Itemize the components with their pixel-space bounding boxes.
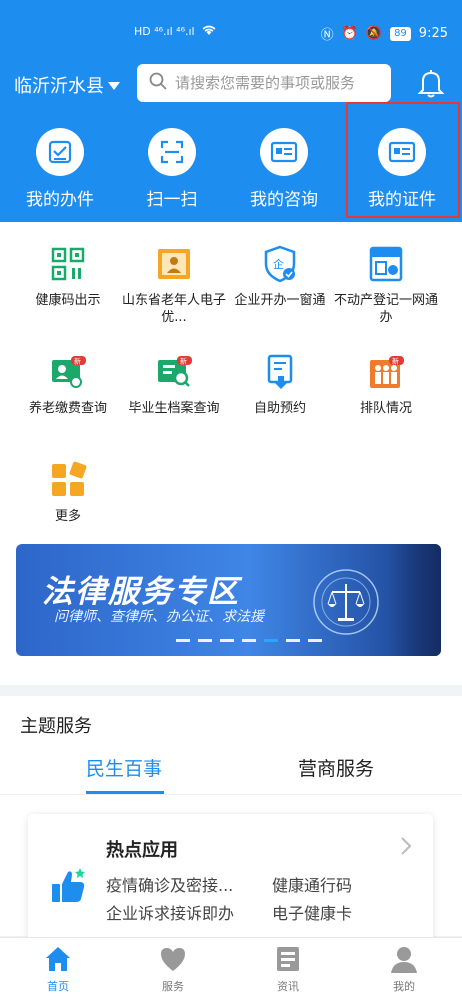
- clock: 9:25: [418, 26, 448, 41]
- mute-icon: 🔕: [365, 26, 383, 41]
- tab-livelihood[interactable]: 民生百事: [86, 754, 162, 781]
- nav-label: 我的: [393, 980, 415, 993]
- carousel-dot: [176, 639, 190, 642]
- pension-icon: 新: [48, 352, 88, 392]
- thumbs-up-icon: [50, 866, 88, 906]
- search-icon: [149, 72, 167, 94]
- service-more[interactable]: 更多: [16, 460, 120, 525]
- status-bar: HD ⁴⁶.ıl ⁴⁶.ıl Ⓝ ⏰ 🔕 89 9:25: [0, 22, 462, 44]
- quick-my-consult[interactable]: 我的咨询: [228, 128, 340, 210]
- property-icon: [366, 244, 406, 284]
- queue-icon: 新: [366, 352, 406, 392]
- nav-label: 资讯: [277, 980, 299, 993]
- nav-label: 服务: [162, 980, 184, 993]
- service-label: 企业开办一窗通: [234, 293, 326, 308]
- signal-icons: HD ⁴⁶.ıl ⁴⁶.ıl: [134, 25, 195, 38]
- search-box[interactable]: [137, 64, 391, 102]
- document-check-icon: [36, 128, 84, 176]
- highlight-box: [346, 102, 460, 218]
- search-input[interactable]: [175, 74, 385, 92]
- hot-app-link[interactable]: 企业诉求接诉即办: [106, 900, 234, 924]
- divider: [0, 794, 462, 795]
- carousel-dot: [286, 639, 300, 642]
- justice-scale-icon: [313, 569, 379, 635]
- section-title: 主题服务: [20, 716, 92, 737]
- hot-app-link[interactable]: 疫情确诊及密接...: [106, 872, 233, 896]
- heart-icon: [158, 944, 188, 974]
- service-label: 不动产登记一网通办: [334, 293, 439, 325]
- svg-text:企: 企: [273, 257, 284, 271]
- svg-text:新: 新: [74, 357, 81, 366]
- hot-app-link[interactable]: 健康通行码: [272, 872, 352, 896]
- service-enterprise-window[interactable]: 企 企业开办一窗通: [228, 244, 332, 309]
- nav-news[interactable]: 资讯: [248, 944, 328, 994]
- bottom-navigation: 首页 服务 资讯 我的: [0, 937, 462, 1000]
- service-senior-card[interactable]: 山东省老年人电子优...: [122, 244, 226, 326]
- carousel-dot: [220, 639, 234, 642]
- banner-figure: [388, 544, 441, 656]
- location-selector[interactable]: 临沂沂水县: [14, 72, 120, 98]
- graduate-archive-icon: 新: [154, 352, 194, 392]
- service-pension[interactable]: 新 养老缴费查询: [16, 352, 120, 417]
- service-label: 养老缴费查询: [28, 401, 107, 416]
- qr-code-icon: [48, 244, 88, 284]
- wifi-icon: [201, 24, 217, 39]
- more-grid-icon: [48, 460, 88, 500]
- quick-label: 我的咨询: [250, 190, 318, 210]
- card-title: 热点应用: [106, 840, 178, 861]
- carousel-dot: [242, 639, 256, 642]
- svg-text:新: 新: [392, 357, 399, 366]
- nav-label: 首页: [47, 980, 69, 993]
- status-right: Ⓝ ⏰ 🔕 89 9:25: [321, 24, 448, 43]
- tab-business[interactable]: 营商服务: [298, 754, 374, 781]
- service-graduate-archive[interactable]: 新 毕业生档案查询: [122, 352, 226, 417]
- header: HD ⁴⁶.ıl ⁴⁶.ıl Ⓝ ⏰ 🔕 89 9:25 临沂沂水县 请搜索您需…: [0, 0, 462, 222]
- service-label: 排队情况: [359, 401, 412, 416]
- nfc-icon: Ⓝ: [320, 28, 334, 43]
- nav-services[interactable]: 服务: [133, 944, 213, 994]
- quick-label: 我的办件: [26, 190, 94, 210]
- service-label: 更多: [54, 509, 81, 524]
- theme-services-section: 主题服务 民生百事 营商服务 热点应用 疫情确诊及密接... 健康通行码 企业诉…: [0, 696, 462, 946]
- hot-app-link[interactable]: 电子健康卡: [272, 900, 352, 924]
- home-icon: [43, 944, 73, 974]
- news-icon: [273, 944, 303, 974]
- carousel-dot: [198, 639, 212, 642]
- carousel-dot: [308, 639, 322, 642]
- carousel-dots: [176, 639, 322, 642]
- chevron-right-icon[interactable]: [400, 836, 412, 856]
- service-self-appointment[interactable]: 自助预约: [228, 352, 332, 417]
- enterprise-shield-icon: 企: [260, 244, 300, 284]
- service-health-code[interactable]: 健康码出示: [16, 244, 120, 309]
- banner-subtitle: 问律师、查律所、办公证、求法援: [54, 609, 264, 625]
- alarm-icon: ⏰: [341, 26, 358, 41]
- senior-card-icon: [154, 244, 194, 284]
- scan-icon: [148, 128, 196, 176]
- legal-services-banner[interactable]: 法律服务专区 问律师、查律所、办公证、求法援: [16, 544, 441, 656]
- quick-my-cases[interactable]: 我的办件: [4, 128, 116, 210]
- location-label: 临沂沂水县: [14, 76, 104, 97]
- battery-indicator: 89: [390, 26, 411, 41]
- service-label: 毕业生档案查询: [128, 401, 220, 416]
- nav-home[interactable]: 首页: [18, 944, 98, 994]
- service-property[interactable]: 不动产登记一网通办: [334, 244, 438, 326]
- nav-mine[interactable]: 我的: [364, 944, 444, 994]
- service-label: 自助预约: [253, 401, 306, 416]
- consult-card-icon: [260, 128, 308, 176]
- bell-icon[interactable]: [417, 68, 445, 98]
- signal-indicators: HD ⁴⁶.ıl ⁴⁶.ıl: [134, 24, 217, 39]
- service-label: 山东省老年人电子优...: [122, 293, 227, 325]
- banner-title: 法律服务专区: [42, 574, 240, 610]
- service-queue[interactable]: 新 排队情况: [334, 352, 438, 417]
- hot-apps-card: 热点应用 疫情确诊及密接... 健康通行码 企业诉求接诉即办 电子健康卡: [28, 814, 433, 946]
- self-appointment-icon: [260, 352, 300, 392]
- quick-scan[interactable]: 扫一扫: [116, 128, 228, 210]
- service-label: 健康码出示: [35, 293, 101, 308]
- user-icon: [389, 944, 419, 974]
- caret-down-icon: [108, 75, 120, 96]
- svg-text:新: 新: [180, 357, 187, 366]
- quick-label: 扫一扫: [146, 190, 198, 210]
- carousel-dot-active: [264, 639, 278, 642]
